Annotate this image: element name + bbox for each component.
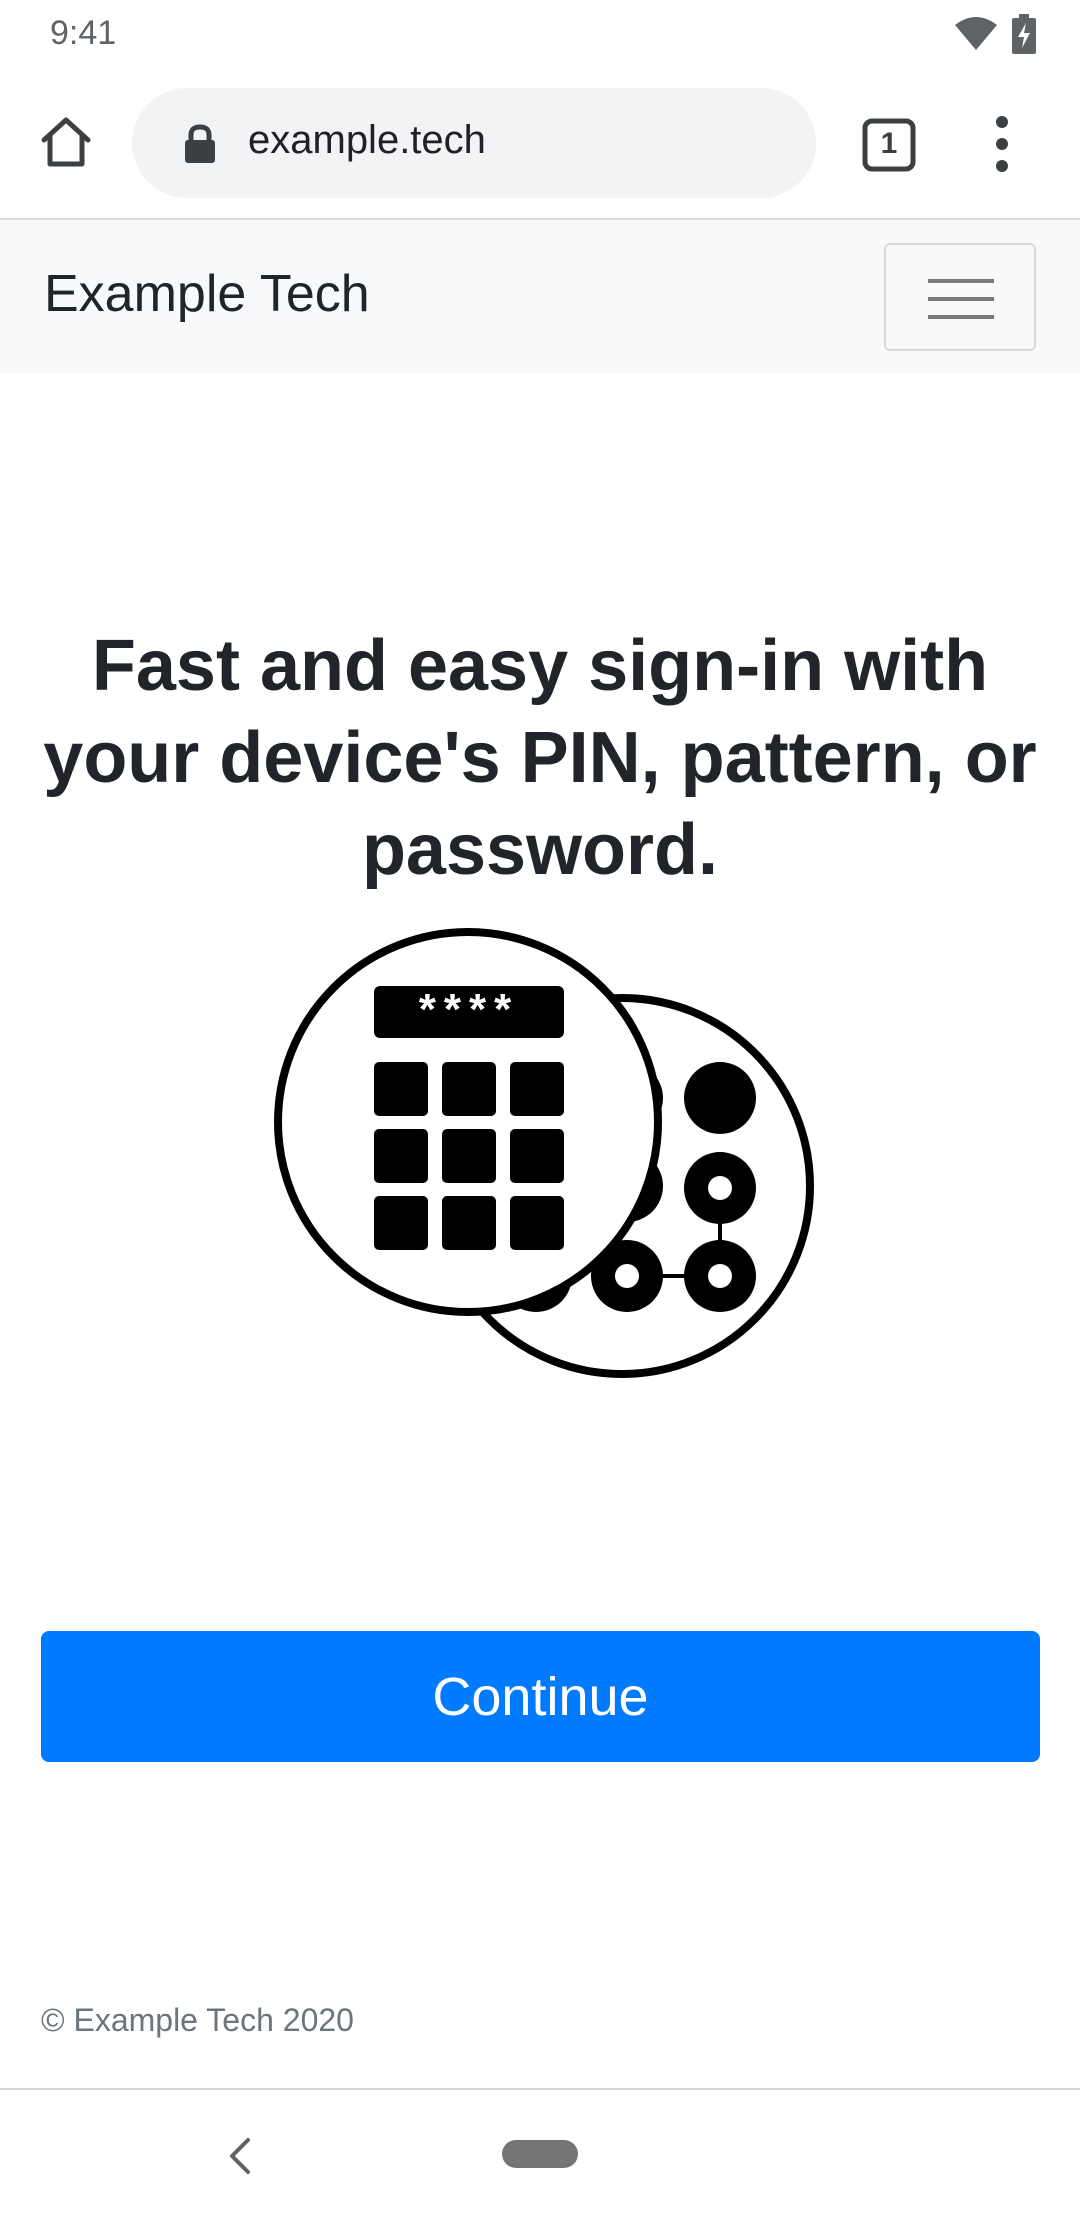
site-navbar: Example Tech: [0, 220, 1080, 373]
battery-charging-icon: [1012, 14, 1036, 54]
url-text: example.tech: [248, 118, 486, 162]
lock-icon: [185, 124, 215, 163]
brand-link[interactable]: Example Tech: [44, 264, 370, 324]
pin-keypad-icon: ****: [274, 928, 662, 1316]
footer-copyright: © Example Tech 2020: [41, 2002, 354, 2038]
more-vert-icon[interactable]: [980, 114, 1024, 174]
home-gesture-pill[interactable]: [502, 2140, 578, 2168]
browser-toolbar: example.tech 1: [0, 68, 1080, 220]
continue-button[interactable]: Continue: [41, 1631, 1040, 1762]
navbar-toggler-button[interactable]: [884, 243, 1036, 351]
pin-mask-text: ****: [419, 985, 520, 1034]
wifi-icon: [955, 17, 997, 50]
status-time: 9:41: [50, 14, 117, 52]
system-nav-bar: [0, 2090, 1080, 2220]
status-icons: [954, 12, 1036, 56]
back-icon[interactable]: [222, 2134, 256, 2178]
tab-switcher-button[interactable]: 1: [862, 118, 916, 172]
home-icon[interactable]: [36, 112, 96, 172]
url-bar[interactable]: example.tech: [132, 88, 816, 198]
page-headline: Fast and easy sign-in with your device's…: [43, 626, 1037, 890]
status-bar: 9:41: [0, 0, 1080, 68]
tab-count: 1: [880, 127, 898, 160]
sign-in-illustration: ****: [274, 928, 814, 1378]
